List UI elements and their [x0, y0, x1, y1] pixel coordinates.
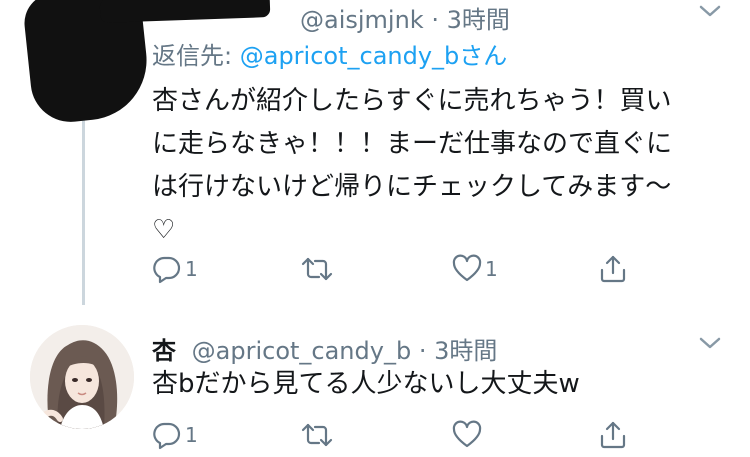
heart-icon	[452, 420, 482, 450]
retweet-icon	[300, 420, 334, 450]
tweet-body-line: 杏さんが紹介したらすぐに売れちゃう！買い	[152, 86, 672, 116]
reply-to-label: 返信先:	[152, 42, 233, 70]
tweet-body-line: に走らなきゃ！！！まーだ仕事なので直ぐに	[152, 129, 673, 159]
retweet-button[interactable]	[300, 252, 337, 286]
retweet-button[interactable]	[300, 418, 337, 452]
like-button[interactable]	[452, 418, 485, 452]
reply-count: 1	[185, 257, 198, 281]
reply-to-line: 返信先: @apricot_candy_bさん	[152, 36, 507, 71]
author-name[interactable]: 杏	[152, 337, 176, 365]
reply-icon	[152, 254, 182, 284]
tweet-actions: 1 1	[152, 252, 632, 286]
author-handle[interactable]: @apricot_candy_b	[192, 337, 412, 365]
tweet-body-line: 杏bだから見てる人少ないし大丈夫w	[152, 369, 580, 399]
tweet-time[interactable]: 3時間	[447, 6, 510, 34]
chevron-down-icon[interactable]	[698, 335, 721, 351]
share-button[interactable]	[598, 252, 628, 286]
meta-separator: ·	[418, 337, 427, 365]
tweet-body: 杏bだから見てる人少ないし大丈夫w	[152, 363, 722, 406]
tweet-1[interactable]: @aisjmjnk · 3時間 返信先: @apricot_candy_bさん …	[0, 0, 750, 305]
meta-separator: ·	[431, 6, 439, 34]
reply-to-mention[interactable]: @apricot_candy_bさん	[240, 42, 508, 70]
retweet-icon	[300, 254, 334, 284]
tweet-body-line: ♡	[152, 215, 176, 245]
reply-icon	[152, 420, 182, 450]
reply-button[interactable]: 1	[152, 252, 198, 286]
reply-button[interactable]: 1	[152, 418, 198, 452]
tweet-author-line: 杏 @apricot_candy_b · 3時間	[152, 331, 497, 366]
reply-count: 1	[185, 423, 198, 447]
chevron-down-icon[interactable]	[698, 3, 721, 19]
avatar[interactable]	[30, 325, 134, 429]
tweet-time[interactable]: 3時間	[434, 337, 497, 365]
like-count: 1	[485, 257, 498, 281]
tweet-2[interactable]: 杏 @apricot_candy_b · 3時間 杏bだから見てる人少ないし大丈…	[0, 305, 750, 457]
tweet-body-line: は行けないけど帰りにチェックしてみます〜	[152, 172, 672, 202]
like-button[interactable]: 1	[452, 252, 498, 286]
tweet-body: 杏さんが紹介したらすぐに売れちゃう！買い に走らなきゃ！！！まーだ仕事なので直ぐ…	[152, 80, 722, 252]
share-button[interactable]	[598, 418, 628, 452]
share-icon	[598, 254, 628, 284]
tweet-actions: 1	[152, 418, 632, 452]
author-handle[interactable]: @aisjmjnk	[300, 6, 424, 34]
share-icon	[598, 420, 628, 450]
tweet-meta: @aisjmjnk · 3時間	[152, 0, 510, 35]
heart-icon	[452, 254, 482, 284]
